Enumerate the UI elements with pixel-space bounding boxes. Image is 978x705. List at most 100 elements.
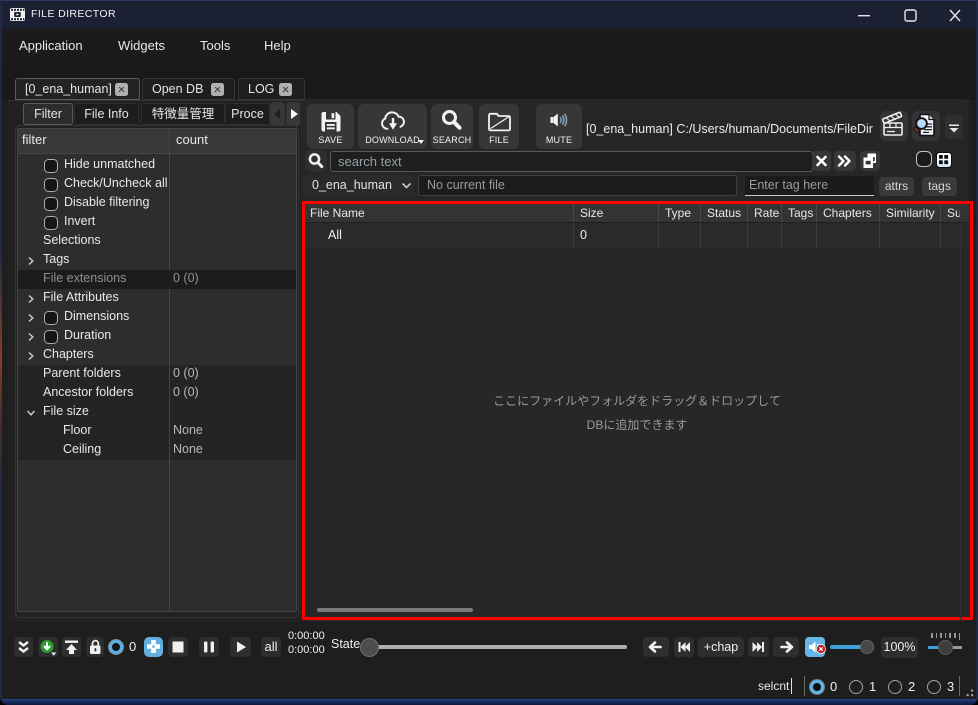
menu-item-widgets[interactable]: Widgets — [118, 29, 165, 62]
collapsed-chevron-icon[interactable] — [26, 256, 36, 266]
zoom-slider-track[interactable] — [952, 646, 962, 649]
current-file-field[interactable]: No current file — [418, 175, 737, 196]
column-header-rate[interactable]: Rate — [747, 204, 781, 222]
loop-indicator-icon[interactable] — [109, 640, 123, 654]
collapsed-chevron-icon[interactable] — [26, 313, 36, 323]
expanded-chevron-icon[interactable] — [26, 408, 36, 418]
next-file-button[interactable] — [773, 637, 799, 657]
tree-row-invert[interactable]: Invert — [18, 213, 296, 232]
clear-search-button[interactable] — [812, 151, 831, 171]
state-slider-track[interactable] — [372, 645, 627, 649]
tree-row-selections[interactable]: Selections — [18, 232, 296, 251]
table-hscroll-thumb[interactable] — [317, 608, 473, 612]
tree-row-floor[interactable]: FloorNone — [18, 422, 296, 441]
minimize-button[interactable] — [842, 0, 886, 29]
search-button[interactable]: SEARCH — [431, 104, 473, 149]
left-tab-file-info[interactable]: File Info — [74, 103, 139, 125]
left-tab-proce[interactable]: Proce — [225, 103, 270, 125]
selcnt-radio-3[interactable] — [927, 680, 941, 694]
all-button[interactable]: all — [261, 637, 281, 657]
collapsed-chevron-icon[interactable] — [26, 351, 36, 361]
tree-row-disable-filtering[interactable]: Disable filtering — [18, 194, 296, 213]
search-option-checkbox[interactable] — [916, 151, 932, 167]
download-button[interactable]: DOWNLOAD — [358, 104, 427, 149]
prev-chapter-button[interactable] — [674, 637, 694, 657]
column-header-chapters[interactable]: Chapters — [816, 204, 879, 222]
tree-row-tags[interactable]: Tags — [18, 251, 296, 270]
file-button[interactable]: FILE — [479, 104, 519, 149]
left-tab-filter[interactable]: Filter — [23, 103, 73, 125]
tree-row-file-size[interactable]: File size — [18, 403, 296, 422]
checkbox-duration[interactable] — [44, 330, 58, 344]
tree-row-file-extensions[interactable]: File extensions0 (0) — [18, 270, 296, 289]
zoom-slider-handle[interactable] — [938, 640, 953, 655]
menu-item-application[interactable]: Application — [19, 29, 83, 62]
clapperboard-button[interactable] — [880, 111, 908, 141]
collapse-all-button[interactable] — [14, 637, 33, 657]
count-column-header[interactable]: count — [176, 132, 208, 147]
checkbox-disable-filtering[interactable] — [44, 197, 58, 211]
tab-close-icon[interactable] — [279, 83, 292, 96]
checkbox-check-uncheck-all[interactable] — [44, 178, 58, 192]
column-header-size[interactable]: Size — [573, 204, 658, 222]
tree-row-dimensions[interactable]: Dimensions — [18, 308, 296, 327]
left-tab-features[interactable]: 特徴量管理 — [141, 103, 225, 125]
column-header-su[interactable]: Su — [940, 204, 969, 222]
selcnt-radio-2[interactable] — [888, 680, 902, 694]
collapsed-chevron-icon[interactable] — [26, 332, 36, 342]
pause-button[interactable] — [199, 637, 219, 657]
tree-row-duration[interactable]: Duration — [18, 327, 296, 346]
db-combobox[interactable]: 0_ena_human — [303, 175, 414, 196]
doc-tab-log[interactable]: LOG — [238, 78, 305, 100]
tag-input[interactable]: Enter tag here — [745, 176, 874, 196]
attrs-button[interactable]: attrs — [879, 177, 914, 196]
lock-button[interactable] — [86, 637, 104, 657]
mute-button[interactable]: MUTE — [536, 104, 582, 149]
dpad-button[interactable] — [144, 637, 163, 657]
search-icon-button[interactable] — [305, 150, 327, 172]
doc-tab-opendb[interactable]: Open DB — [142, 78, 235, 100]
filter-column-header[interactable]: filter — [22, 132, 47, 147]
tree-row-check-uncheck-all[interactable]: Check/Uncheck all — [18, 175, 296, 194]
file-inspect-button[interactable] — [912, 111, 940, 141]
column-header-file-name[interactable]: File Name — [305, 204, 573, 222]
duplicate-window-button[interactable] — [860, 151, 880, 171]
checkbox-hide-unmatched[interactable] — [44, 159, 58, 173]
play-button[interactable] — [230, 637, 251, 657]
doc-tab-0enahuman[interactable]: [0_ena_human] — [15, 78, 140, 100]
close-button[interactable] — [933, 0, 977, 29]
save-button[interactable]: SAVE — [307, 104, 354, 149]
tree-row-ceiling[interactable]: CeilingNone — [18, 441, 296, 460]
menu-item-tools[interactable]: Tools — [200, 29, 230, 62]
add-chapter-button[interactable]: +chap — [698, 637, 744, 657]
selcnt-radio-0[interactable] — [810, 680, 824, 694]
download-queue-button[interactable] — [38, 637, 58, 657]
state-slider-handle[interactable] — [360, 638, 379, 657]
checkbox-invert[interactable] — [44, 216, 58, 230]
table-row-all[interactable]: All0 — [305, 223, 969, 248]
tree-row-parent-folders[interactable]: Parent folders0 (0) — [18, 365, 296, 384]
volume-slider-handle[interactable] — [860, 640, 874, 654]
menu-item-help[interactable]: Help — [264, 29, 291, 62]
collapsed-chevron-icon[interactable] — [26, 294, 36, 304]
tags-button[interactable]: tags — [922, 177, 957, 196]
resize-grip[interactable] — [962, 685, 975, 698]
column-header-status[interactable]: Status — [700, 204, 747, 222]
next-chapter-button[interactable] — [748, 637, 769, 657]
checkbox-dimensions[interactable] — [44, 311, 58, 325]
tree-row-ancestor-folders[interactable]: Ancestor folders0 (0) — [18, 384, 296, 403]
tree-row-chapters[interactable]: Chapters — [18, 346, 296, 365]
tab-close-icon[interactable] — [211, 83, 224, 96]
tab-close-icon[interactable] — [115, 83, 128, 96]
expand-search-button[interactable] — [834, 151, 856, 171]
toolbar-extension-button[interactable] — [945, 115, 963, 139]
volume-slider-track[interactable] — [830, 645, 863, 649]
zoom-percent-button[interactable]: 100% — [881, 637, 918, 658]
tab-scroll-left-button[interactable] — [270, 102, 285, 126]
mute-toggle-button[interactable] — [805, 637, 825, 657]
stop-button[interactable] — [168, 637, 188, 657]
grid-view-button[interactable] — [936, 152, 952, 168]
selcnt-radio-1[interactable] — [849, 680, 863, 694]
column-header-tags[interactable]: Tags — [781, 204, 816, 222]
tree-row-hide-unmatched[interactable]: Hide unmatched — [18, 156, 296, 175]
